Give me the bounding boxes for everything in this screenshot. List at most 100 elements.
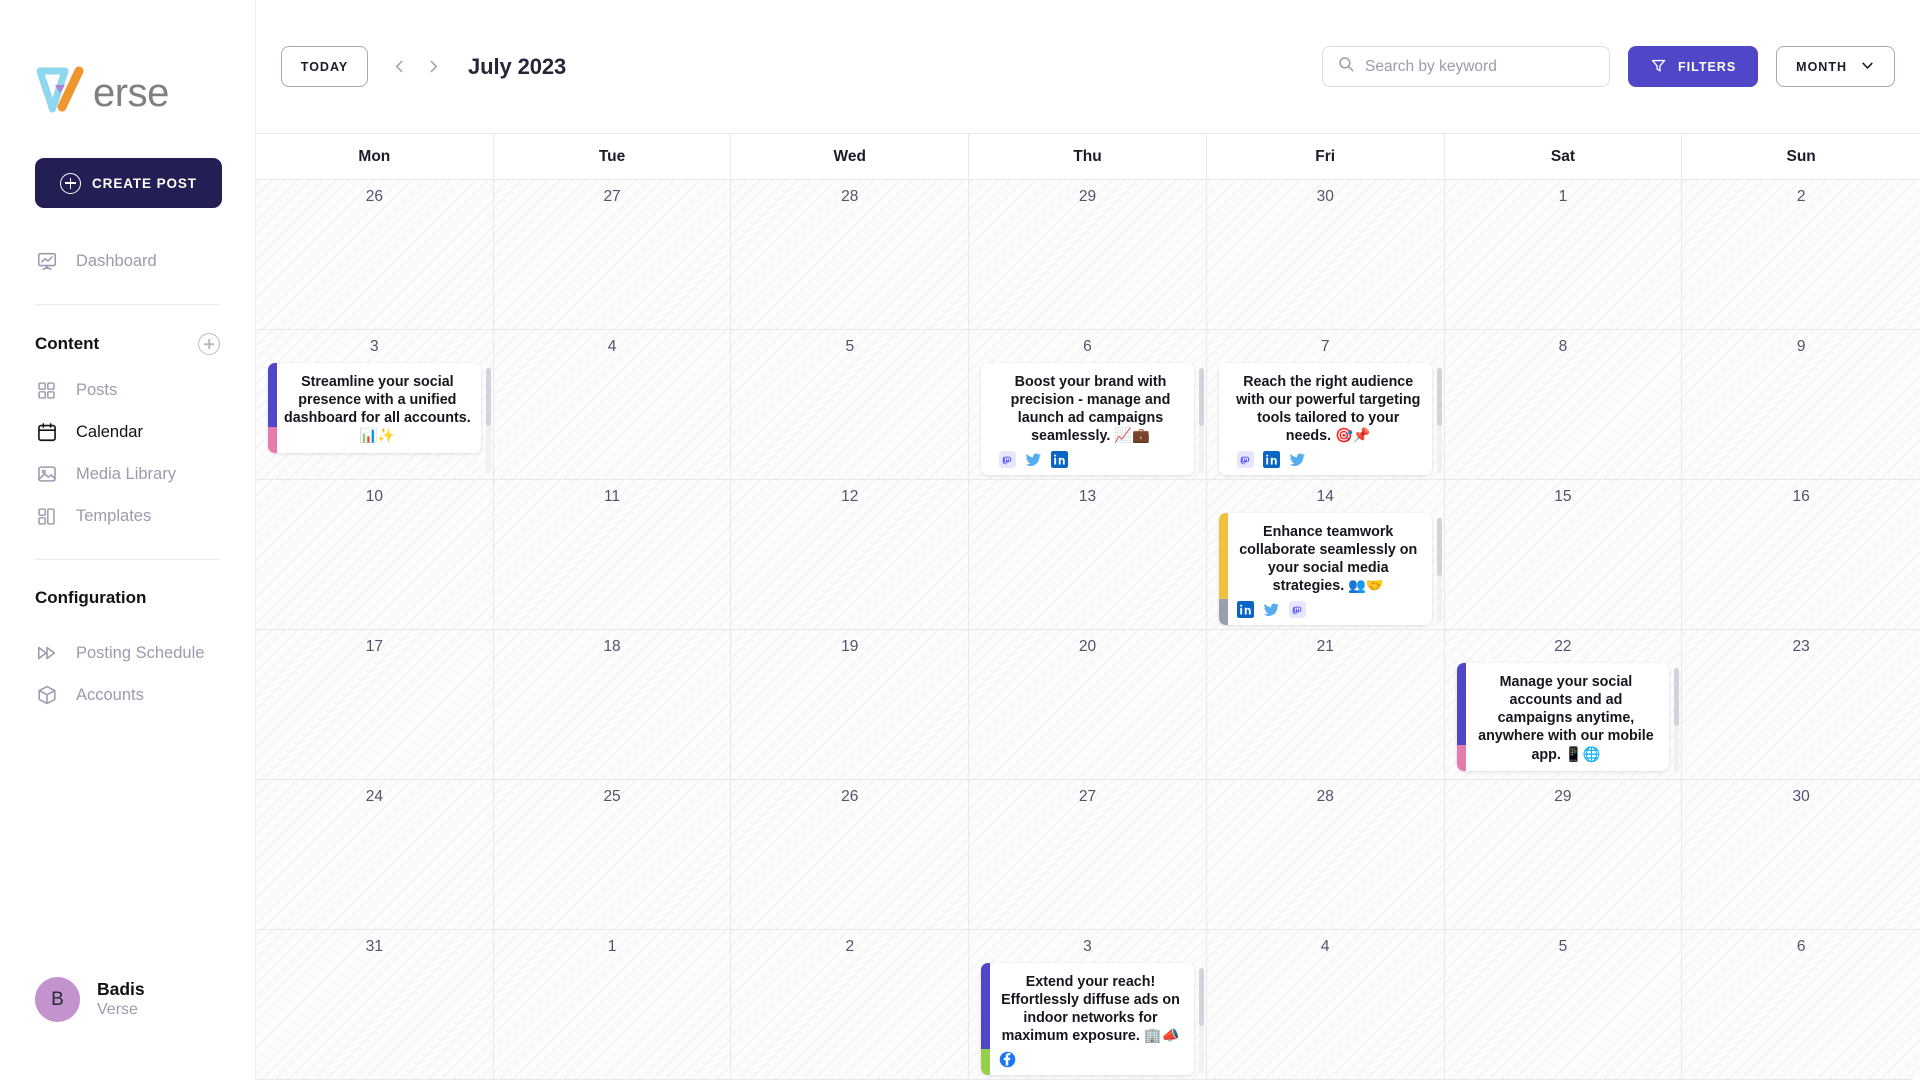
app-root: erse CREATE POST Dashboard Content Posts…	[0, 0, 1920, 1080]
add-content-button[interactable]	[198, 333, 220, 355]
image-icon	[35, 463, 58, 486]
user-profile[interactable]: B Badis Verse	[35, 977, 145, 1022]
search-box[interactable]	[1322, 46, 1611, 87]
twitter-icon	[1289, 451, 1306, 468]
fast-forward-icon	[35, 642, 58, 665]
day-number: 21	[1316, 638, 1334, 655]
calendar-day-cell[interactable]: 21	[1206, 630, 1445, 779]
prev-month-button[interactable]	[382, 46, 416, 87]
calendar-day-cell[interactable]: 29	[969, 180, 1207, 329]
linkedin-icon	[1236, 600, 1254, 618]
cell-scrollbar[interactable]	[485, 368, 491, 473]
calendar-day-cell[interactable]: 4	[1206, 930, 1445, 1079]
sidebar-item-dashboard[interactable]: Dashboard	[35, 240, 220, 282]
cell-scrollbar[interactable]	[1436, 518, 1442, 623]
sidebar-item-media-library[interactable]: Media Library	[35, 453, 220, 495]
filters-button[interactable]: FILTERS	[1628, 46, 1759, 87]
calendar-day-cell[interactable]: 1	[1444, 180, 1683, 329]
calendar-day-cell[interactable]: 8	[1444, 330, 1683, 479]
calendar-day-cell[interactable]: 11	[493, 480, 732, 629]
sidebar-item-templates[interactable]: Templates	[35, 495, 220, 537]
calendar-day-cell[interactable]: 9	[1682, 330, 1920, 479]
post-card[interactable]: Streamline your social presence with a u…	[268, 362, 481, 453]
sidebar-item-calendar[interactable]: Calendar	[35, 411, 220, 453]
calendar-day-cell[interactable]: 26	[731, 780, 970, 929]
calendar-day-cell[interactable]: 5	[1444, 930, 1683, 1079]
post-card[interactable]: Boost your brand with precision - manage…	[981, 362, 1194, 475]
chevron-down-icon	[1860, 58, 1875, 76]
post-card[interactable]: Enhance teamwork collaborate seamlessly …	[1218, 512, 1432, 625]
next-month-button[interactable]	[416, 46, 450, 87]
dashboard-icon	[35, 250, 58, 273]
box-icon	[35, 684, 58, 707]
calendar-day-cell[interactable]: 7 Reach the right audience with our power…	[1206, 330, 1445, 479]
calendar-day-cell[interactable]: 30	[1682, 780, 1920, 929]
today-button[interactable]: TODAY	[281, 46, 368, 87]
calendar-day-cell[interactable]: 19	[731, 630, 970, 779]
calendar-day-cell[interactable]: 28	[1206, 780, 1445, 929]
calendar-day-cell[interactable]: 14 Enhance teamwork collaborate seamlessl…	[1206, 480, 1445, 629]
day-header-thu: Thu	[969, 134, 1207, 179]
cell-scrollbar[interactable]	[1198, 368, 1204, 473]
calendar-day-cell[interactable]: 30	[1206, 180, 1445, 329]
day-number: 17	[365, 638, 383, 655]
logo-mark-icon	[35, 65, 97, 122]
day-header-fri: Fri	[1207, 134, 1445, 179]
sidebar-item-label: Posting Schedule	[76, 643, 205, 662]
calendar-day-cell[interactable]: 26	[256, 180, 494, 329]
templates-icon	[35, 505, 58, 528]
calendar-day-cell[interactable]: 31	[256, 930, 494, 1079]
logo-text: erse	[93, 70, 169, 115]
search-input[interactable]	[1365, 57, 1596, 76]
logo[interactable]: erse	[35, 58, 220, 128]
calendar-day-cell[interactable]: 6 Boost your brand with precision - manag…	[969, 330, 1207, 479]
calendar-day-cell[interactable]: 4	[493, 330, 732, 479]
calendar-day-cell[interactable]: 17	[256, 630, 494, 779]
day-number: 6	[1796, 938, 1806, 955]
cell-scrollbar[interactable]	[1198, 968, 1204, 1073]
calendar-day-cell[interactable]: 5	[731, 330, 970, 479]
sidebar-item-label: Posts	[76, 380, 118, 399]
calendar-day-cell[interactable]: 27	[969, 780, 1207, 929]
sidebar-item-accounts[interactable]: Accounts	[35, 674, 220, 716]
day-number: 27	[603, 188, 621, 205]
calendar-day-cell[interactable]: 27	[493, 180, 732, 329]
day-number: 11	[604, 488, 621, 505]
sidebar-item-posting-schedule[interactable]: Posting Schedule	[35, 632, 220, 674]
day-number: 29	[1554, 788, 1572, 805]
calendar-day-cell[interactable]: 16	[1682, 480, 1920, 629]
calendar-day-cell[interactable]: 2	[731, 930, 970, 1079]
post-body: Reach the right audience with our powerf…	[1228, 363, 1432, 475]
day-header-sat: Sat	[1445, 134, 1683, 179]
post-card[interactable]: Extend your reach! Effortlessly diffuse …	[981, 962, 1194, 1075]
sidebar-section-content: Content	[35, 333, 220, 355]
sidebar: erse CREATE POST Dashboard Content Posts…	[0, 0, 255, 1080]
day-number: 10	[365, 488, 383, 505]
calendar-day-cell[interactable]: 15	[1444, 480, 1683, 629]
view-mode-dropdown[interactable]: MONTH	[1776, 46, 1895, 87]
section-title-configuration: Configuration	[35, 588, 147, 607]
calendar-day-cell[interactable]: 23	[1682, 630, 1920, 779]
calendar-day-cell[interactable]: 28	[731, 180, 970, 329]
post-card[interactable]: Reach the right audience with our powerf…	[1218, 362, 1432, 475]
calendar-day-cell[interactable]: 22 Manage your social accounts and ad cam…	[1444, 630, 1683, 779]
calendar-day-cell[interactable]: 12	[731, 480, 970, 629]
calendar-day-cell[interactable]: 13	[969, 480, 1207, 629]
calendar-day-cell[interactable]: 25	[493, 780, 732, 929]
create-post-button[interactable]: CREATE POST	[35, 158, 222, 208]
calendar-day-cell[interactable]: 29	[1444, 780, 1683, 929]
sidebar-item-posts[interactable]: Posts	[35, 369, 220, 411]
calendar-day-cell[interactable]: 6	[1682, 930, 1920, 1079]
calendar-day-cell[interactable]: 1	[493, 930, 732, 1079]
calendar-day-cell[interactable]: 10	[256, 480, 494, 629]
sidebar-divider-1	[35, 304, 220, 305]
post-card[interactable]: Manage your social accounts and ad campa…	[1456, 662, 1670, 772]
calendar-day-cell[interactable]: 18	[493, 630, 732, 779]
calendar-day-cell[interactable]: 3 Extend your reach! Effortlessly diffuse…	[969, 930, 1207, 1079]
cell-scrollbar[interactable]	[1674, 668, 1680, 773]
calendar-day-cell[interactable]: 3 Streamline your social presence with a …	[256, 330, 494, 479]
calendar-day-cell[interactable]: 24	[256, 780, 494, 929]
cell-scrollbar[interactable]	[1436, 368, 1442, 473]
calendar-day-cell[interactable]: 20	[969, 630, 1207, 779]
calendar-day-cell[interactable]: 2	[1682, 180, 1920, 329]
